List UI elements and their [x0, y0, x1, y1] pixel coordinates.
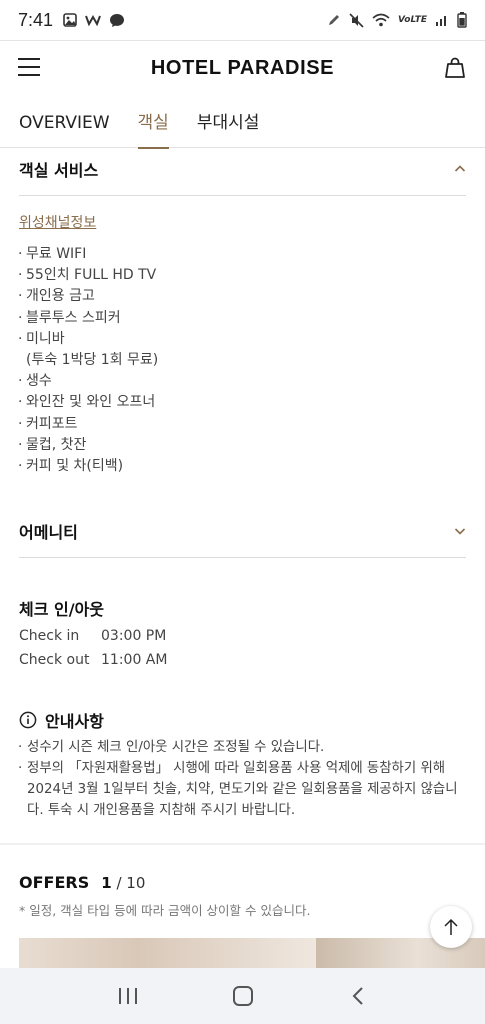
recent-apps-button[interactable]: [113, 981, 143, 1011]
status-divider: [0, 40, 485, 41]
chat-icon: [110, 13, 125, 27]
info-icon: [19, 711, 37, 729]
divider: [19, 195, 466, 196]
w-app-icon: [85, 14, 101, 26]
menu-icon[interactable]: [18, 58, 40, 76]
notice-item: 성수기 시즌 체크 인/아웃 시간은 조정될 수 있습니다.: [18, 737, 465, 758]
system-nav-bar: [0, 968, 485, 1024]
wifi-icon: [372, 13, 390, 27]
offers-note: * 일정, 객실 타입 등에 따라 금액이 상이할 수 있습니다.: [19, 903, 311, 918]
offers-total: / 10: [116, 874, 146, 892]
list-item: 커피포트: [18, 414, 158, 435]
tab-rooms[interactable]: 객실: [137, 108, 170, 149]
room-services-title: 객실 서비스: [19, 161, 99, 180]
offers-pagination: 1 / 10: [101, 874, 145, 892]
shopping-bag-icon[interactable]: [443, 56, 467, 80]
list-item: 55인치 FULL HD TV: [18, 265, 158, 286]
offers-header: OFFERS 1 / 10: [19, 873, 145, 892]
notice-header: 안내사항: [19, 708, 104, 732]
image-icon: [63, 13, 77, 27]
status-bar: 7:41 VoLTE: [0, 0, 485, 40]
list-item: 개인용 금고: [18, 286, 158, 307]
check-in-out-title: 체크 인/아웃: [19, 600, 105, 619]
satellite-channel-link[interactable]: 위성채널정보: [19, 212, 96, 232]
amenity-title: 어메니티: [19, 523, 78, 542]
chevron-up-icon[interactable]: [454, 163, 466, 175]
chevron-down-icon[interactable]: [454, 525, 466, 537]
check-in-time: 03:00 PM: [101, 628, 167, 644]
list-item: 물컵, 찻잔: [18, 435, 158, 456]
room-services-header[interactable]: 객실 서비스: [19, 158, 466, 180]
arrow-up-icon: [444, 918, 458, 935]
signal-icon: [436, 16, 446, 26]
recent-apps-icon: [118, 988, 137, 1004]
volte-icon: VoLTE: [397, 15, 427, 25]
check-out-label: Check out: [19, 652, 90, 668]
room-services-list: 무료 WIFI 55인치 FULL HD TV 개인용 금고 블루투스 스피커 …: [18, 244, 158, 477]
mute-icon: [349, 12, 364, 28]
back-icon: [352, 987, 363, 1005]
tab-bar: OVERVIEW 객실 부대시설: [0, 108, 485, 149]
status-time: 7:41: [18, 9, 54, 30]
tab-overview[interactable]: OVERVIEW: [19, 108, 110, 148]
tab-facilities[interactable]: 부대시설: [197, 108, 260, 148]
notice-item: 정부의 「자원재활용법」 시행에 따라 일회용품 사용 억제에 동참하기 위해 …: [18, 758, 465, 821]
list-item: 커피 및 차(티백): [18, 456, 158, 477]
divider: [19, 557, 466, 558]
app-header: HOTEL PARADISE: [0, 48, 485, 88]
brand-logo[interactable]: HOTEL PARADISE: [151, 57, 334, 80]
check-in-label: Check in: [19, 628, 80, 644]
status-right-icons: VoLTE: [327, 12, 467, 28]
status-left-icons: [63, 13, 125, 28]
offers-current: 1: [101, 874, 112, 892]
notice-title: 안내사항: [45, 712, 104, 731]
list-item: 와인잔 및 와인 오프너: [18, 392, 158, 413]
list-item: 블루투스 스피커: [18, 308, 158, 329]
list-item-note: (투숙 1박당 1회 무료): [26, 352, 159, 369]
check-in-row: Check in 03:00 PM: [19, 628, 166, 644]
scroll-to-top-button[interactable]: [430, 906, 472, 948]
home-icon: [232, 986, 253, 1006]
pen-icon: [328, 15, 339, 25]
amenity-header[interactable]: 어메니티: [19, 520, 466, 542]
list-item: 생수: [18, 371, 158, 392]
list-item: 무료 WIFI: [18, 244, 158, 265]
offer-card-image[interactable]: [19, 938, 316, 970]
back-button[interactable]: [343, 981, 373, 1011]
notice-list: 성수기 시즌 체크 인/아웃 시간은 조정될 수 있습니다. 정부의 「자원재활…: [18, 737, 465, 821]
check-out-row: Check out 11:00 AM: [19, 652, 167, 668]
battery-icon: [457, 12, 467, 28]
check-out-time: 11:00 AM: [101, 652, 168, 668]
home-button[interactable]: [228, 981, 258, 1011]
offers-title: OFFERS: [19, 873, 90, 892]
list-item: 미니바: [18, 329, 158, 350]
section-divider: [0, 843, 485, 845]
